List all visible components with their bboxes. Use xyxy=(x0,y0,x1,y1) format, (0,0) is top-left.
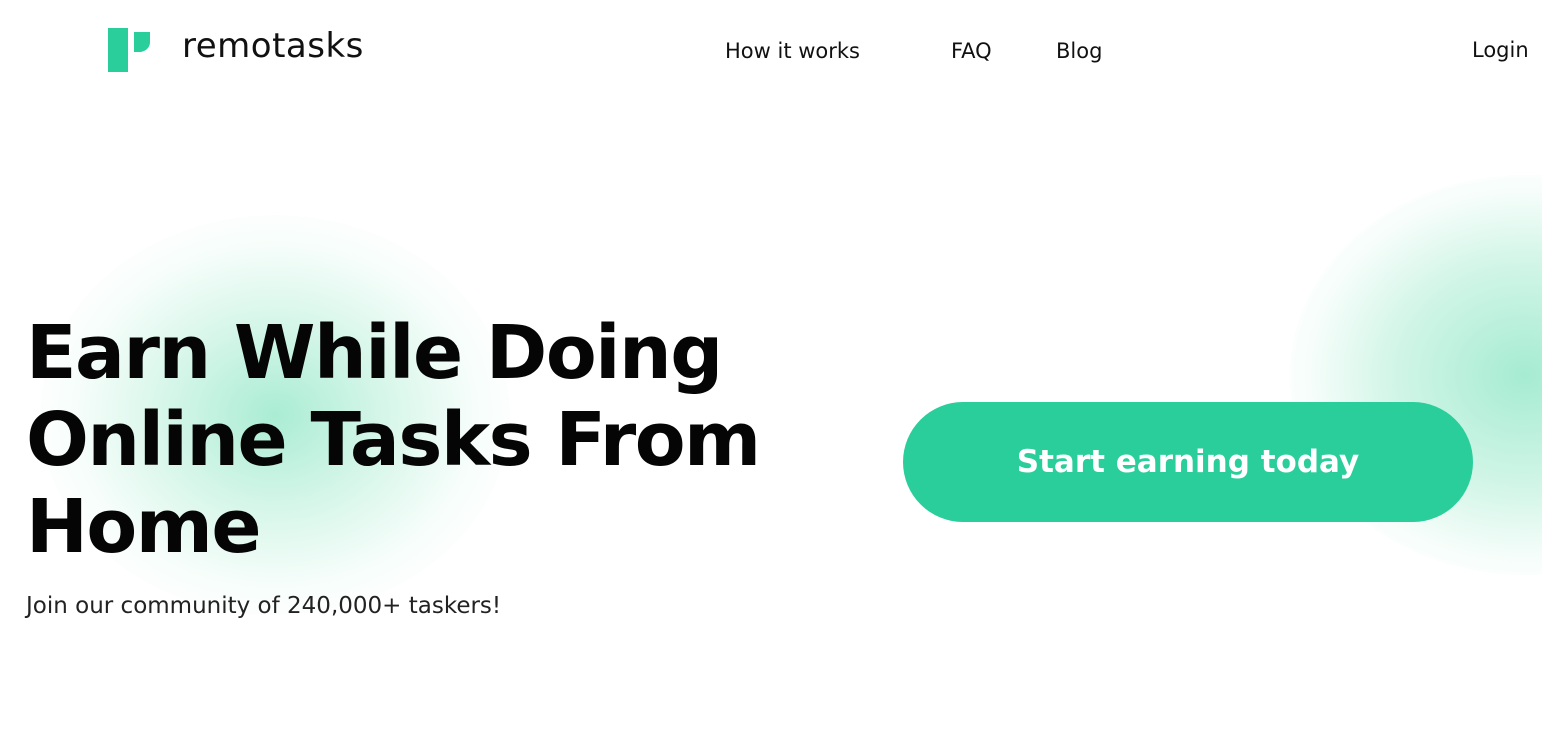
landing-page: remotasks How it works FAQ Blog Login Ea… xyxy=(0,0,1542,744)
hero-subtitle: Join our community of 240,000+ taskers! xyxy=(26,593,502,619)
brand-logo-link[interactable]: remotasks xyxy=(108,26,364,72)
hero-title: Earn While Doing Online Tasks From Home xyxy=(26,310,761,570)
nav-link-faq[interactable]: FAQ xyxy=(951,36,992,66)
remotasks-logo-icon xyxy=(108,28,150,72)
brand-name: remotasks xyxy=(182,26,364,66)
nav-link-how-it-works[interactable]: How it works xyxy=(725,36,860,66)
nav-link-blog[interactable]: Blog xyxy=(1056,36,1102,66)
login-link[interactable]: Login xyxy=(1472,35,1529,65)
start-earning-button[interactable]: Start earning today xyxy=(903,402,1473,522)
